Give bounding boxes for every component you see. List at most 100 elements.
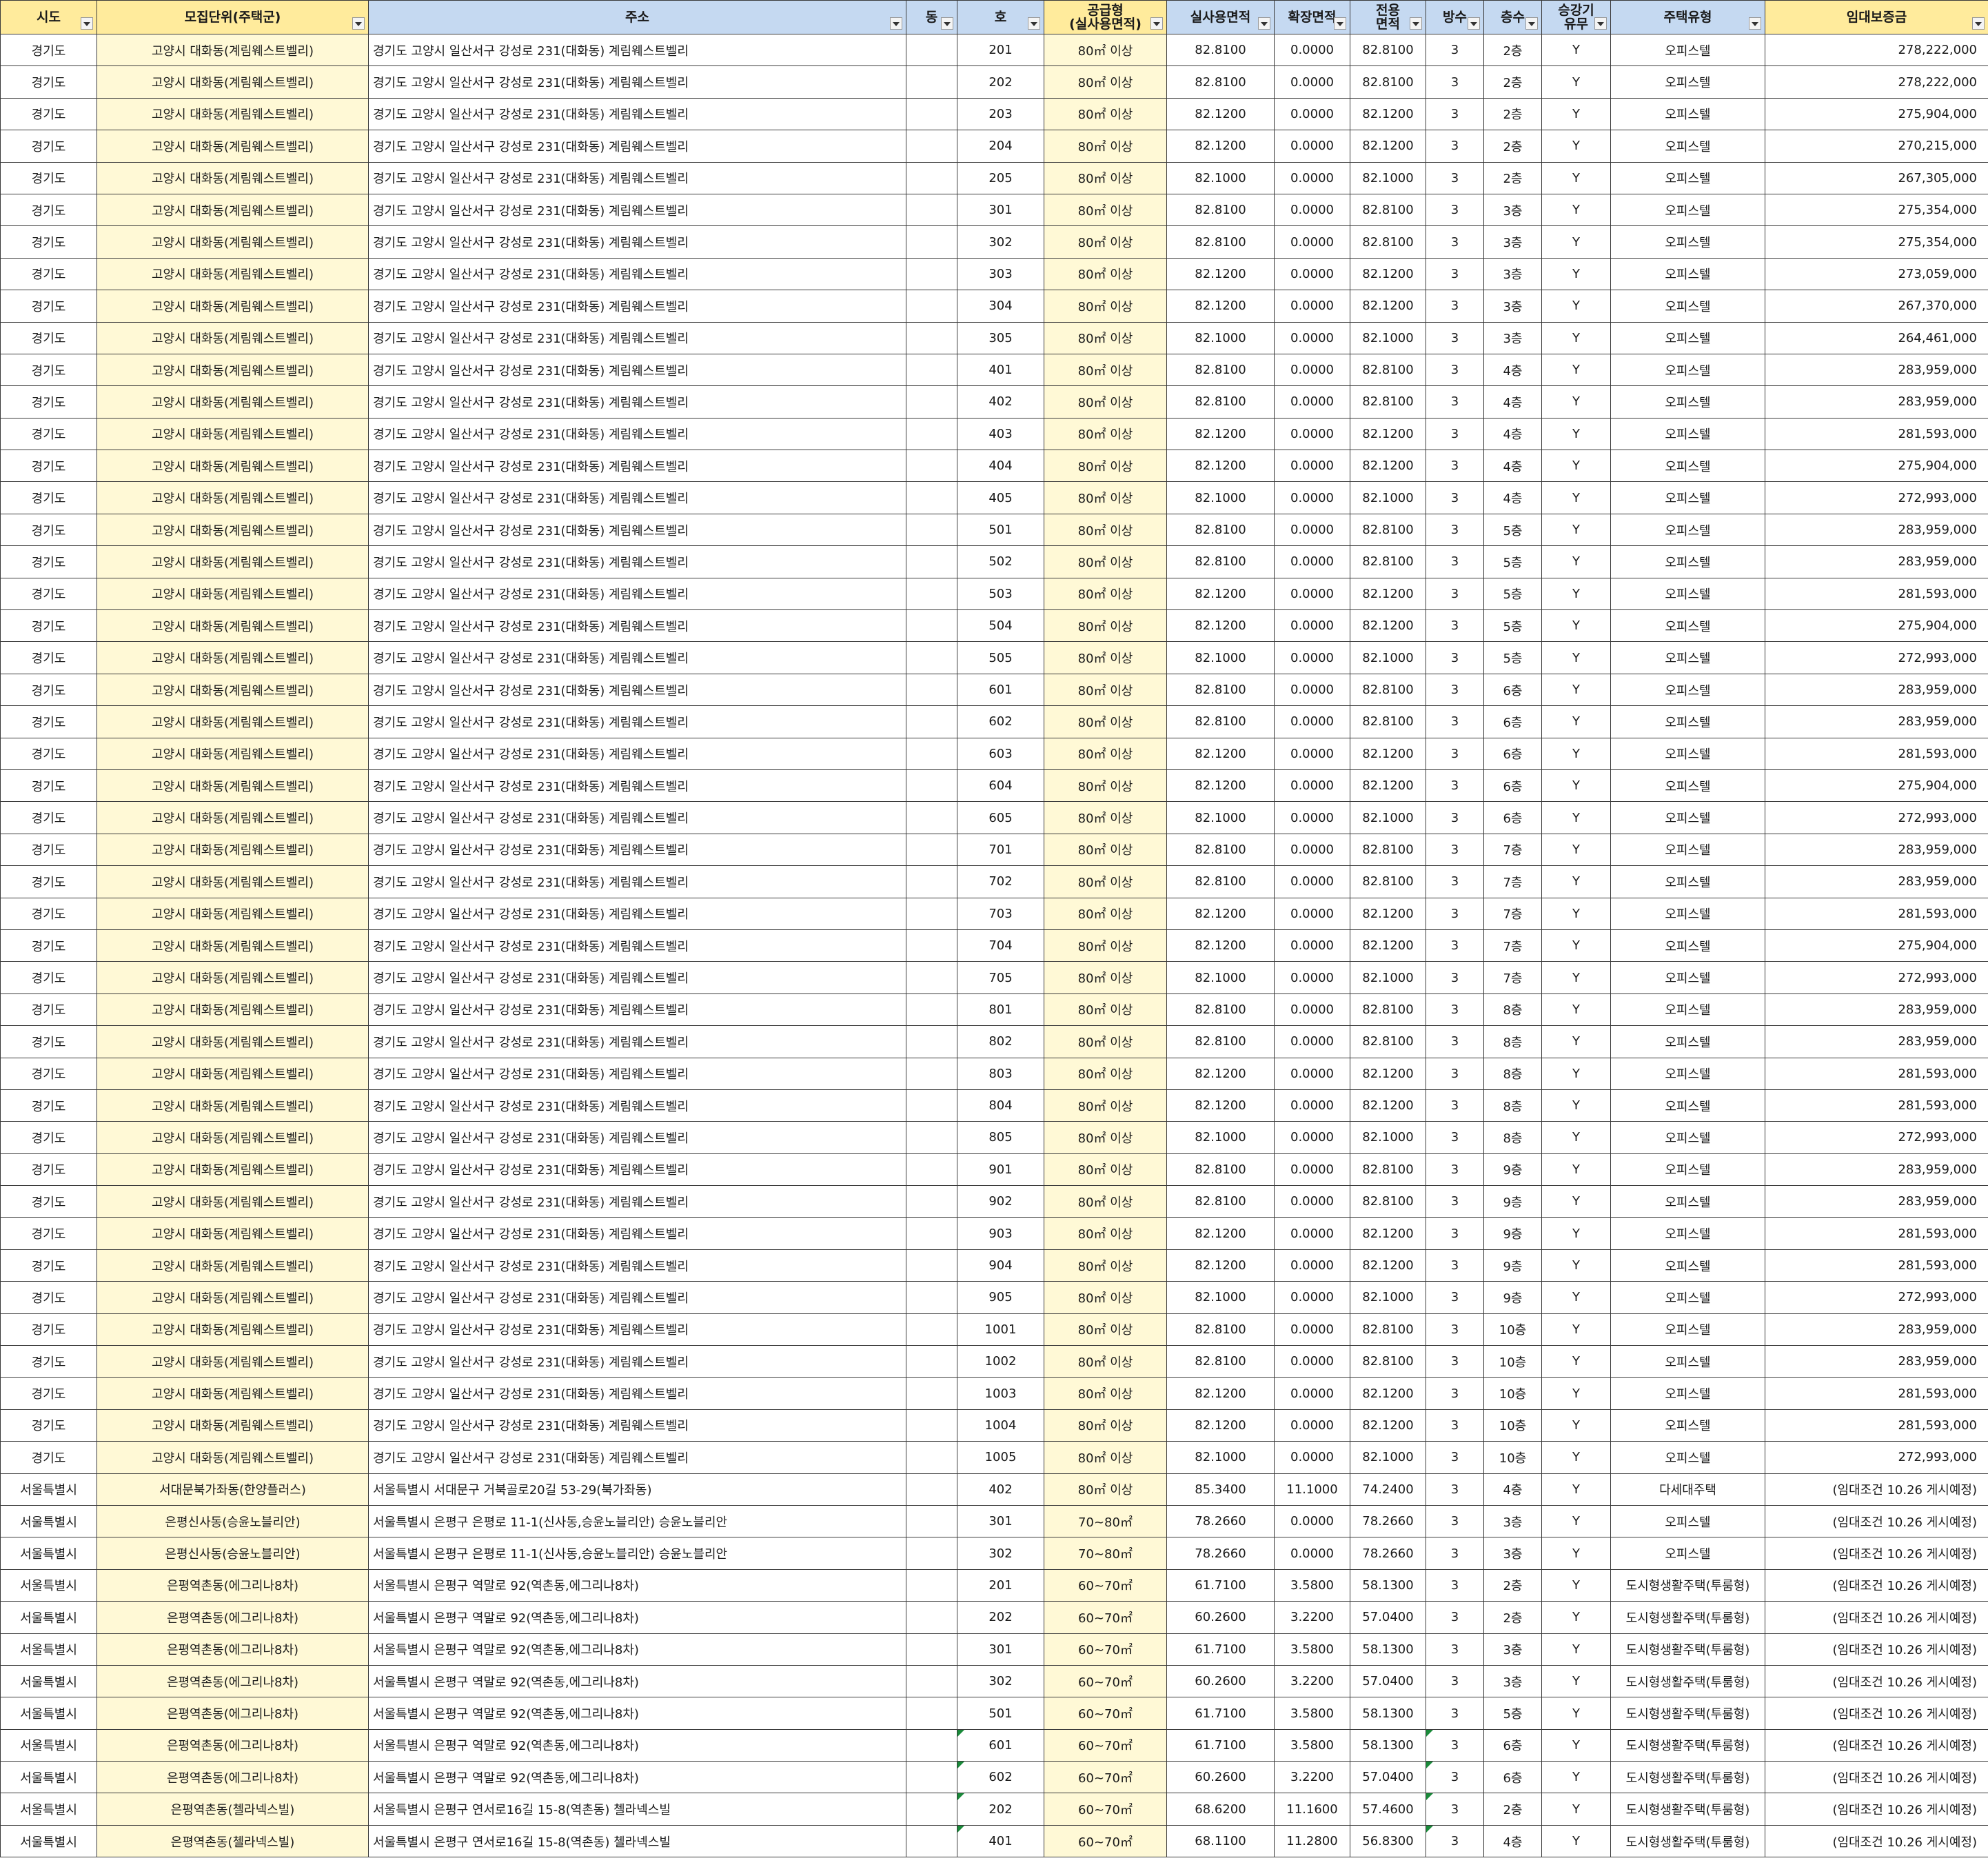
cell-excl[interactable]: 82.1000 xyxy=(1350,961,1426,994)
cell-ext[interactable]: 0.0000 xyxy=(1274,1441,1350,1474)
cell-elev[interactable]: Y xyxy=(1541,1345,1611,1378)
cell-addr[interactable]: 경기도 고양시 일산서구 강성로 231(대화동) 계림웨스트벨리 xyxy=(368,1217,906,1250)
cell-real[interactable]: 82.1000 xyxy=(1166,1441,1275,1474)
cell-deposit[interactable]: 283,959,000 xyxy=(1765,1025,1988,1058)
cell-htype[interactable]: 오피스텔 xyxy=(1610,801,1765,834)
cell-real[interactable]: 82.8100 xyxy=(1166,705,1275,738)
cell-real[interactable]: 82.1000 xyxy=(1166,161,1275,194)
cell-htype[interactable]: 오피스텔 xyxy=(1610,65,1765,99)
cell-ho[interactable]: 701 xyxy=(957,833,1044,867)
cell-ho[interactable]: 301 xyxy=(957,1633,1044,1666)
cell-rooms[interactable]: 3 xyxy=(1426,769,1484,803)
cell-ext[interactable]: 0.0000 xyxy=(1274,481,1350,514)
cell-unit[interactable]: 서대문북가좌동(한양플러스) xyxy=(97,1473,369,1506)
filter-dropdown-icon[interactable] xyxy=(941,17,953,30)
cell-ho[interactable]: 902 xyxy=(957,1185,1044,1218)
cell-unit[interactable]: 고양시 대화동(계림웨스트벨리) xyxy=(97,321,369,354)
cell-sido[interactable]: 서울특별시 xyxy=(0,1633,97,1666)
cell-rooms[interactable]: 3 xyxy=(1426,257,1484,291)
cell-unit[interactable]: 고양시 대화동(계림웨스트벨리) xyxy=(97,641,369,674)
cell-dong[interactable] xyxy=(906,1441,957,1474)
cell-sido[interactable]: 경기도 xyxy=(0,641,97,674)
cell-ext[interactable]: 0.0000 xyxy=(1274,1537,1350,1570)
cell-elev[interactable]: Y xyxy=(1541,1664,1611,1698)
cell-sido[interactable]: 경기도 xyxy=(0,257,97,291)
cell-elev[interactable]: Y xyxy=(1541,705,1611,738)
filter-dropdown-icon[interactable] xyxy=(1594,17,1607,30)
cell-real[interactable]: 82.1000 xyxy=(1166,321,1275,354)
cell-dong[interactable] xyxy=(906,1409,957,1442)
cell-sido[interactable]: 경기도 xyxy=(0,897,97,930)
cell-ext[interactable]: 0.0000 xyxy=(1274,385,1350,418)
cell-type[interactable]: 80㎡ 이상 xyxy=(1044,769,1167,803)
cell-floor[interactable]: 10층 xyxy=(1483,1377,1542,1410)
cell-floor[interactable]: 5층 xyxy=(1483,1697,1542,1730)
cell-unit[interactable]: 고양시 대화동(계림웨스트벨리) xyxy=(97,481,369,514)
cell-dong[interactable] xyxy=(906,1089,957,1122)
cell-excl[interactable]: 82.1200 xyxy=(1350,1249,1426,1282)
cell-htype[interactable]: 오피스텔 xyxy=(1610,737,1765,770)
cell-deposit[interactable]: (임대조건 10.26 게시예정) xyxy=(1765,1601,1988,1634)
cell-excl[interactable]: 58.1300 xyxy=(1350,1633,1426,1666)
cell-dong[interactable] xyxy=(906,1185,957,1218)
cell-unit[interactable]: 고양시 대화동(계림웨스트벨리) xyxy=(97,737,369,770)
cell-floor[interactable]: 3층 xyxy=(1483,1537,1542,1570)
cell-addr[interactable]: 경기도 고양시 일산서구 강성로 231(대화동) 계림웨스트벨리 xyxy=(368,897,906,930)
cell-unit[interactable]: 고양시 대화동(계림웨스트벨리) xyxy=(97,97,369,131)
cell-elev[interactable]: Y xyxy=(1541,1377,1611,1410)
cell-floor[interactable]: 10층 xyxy=(1483,1345,1542,1378)
cell-excl[interactable]: 82.1200 xyxy=(1350,97,1426,131)
cell-ho[interactable]: 603 xyxy=(957,737,1044,770)
filter-dropdown-icon[interactable] xyxy=(1749,17,1761,30)
cell-elev[interactable]: Y xyxy=(1541,1633,1611,1666)
cell-real[interactable]: 82.1200 xyxy=(1166,97,1275,131)
cell-deposit[interactable]: 283,959,000 xyxy=(1765,1313,1988,1347)
cell-ext[interactable]: 11.1000 xyxy=(1274,1473,1350,1506)
cell-sido[interactable]: 경기도 xyxy=(0,705,97,738)
cell-rooms[interactable]: 3 xyxy=(1426,609,1484,643)
cell-ho[interactable]: 201 xyxy=(957,1569,1044,1602)
cell-elev[interactable]: Y xyxy=(1541,1569,1611,1602)
cell-excl[interactable]: 82.8100 xyxy=(1350,993,1426,1027)
cell-addr[interactable]: 서울특별시 은평구 역말로 92(역촌동,에그리나8차) xyxy=(368,1664,906,1698)
cell-floor[interactable]: 10층 xyxy=(1483,1409,1542,1442)
cell-elev[interactable]: Y xyxy=(1541,1185,1611,1218)
cell-deposit[interactable]: (임대조건 10.26 게시예정) xyxy=(1765,1697,1988,1730)
cell-excl[interactable]: 82.8100 xyxy=(1350,225,1426,259)
cell-htype[interactable]: 오피스텔 xyxy=(1610,290,1765,323)
cell-dong[interactable] xyxy=(906,353,957,387)
cell-ho[interactable]: 803 xyxy=(957,1057,1044,1090)
cell-excl[interactable]: 82.8100 xyxy=(1350,545,1426,578)
cell-unit[interactable]: 고양시 대화동(계림웨스트벨리) xyxy=(97,1185,369,1218)
filter-dropdown-icon[interactable] xyxy=(890,17,902,30)
cell-rooms[interactable]: 3 xyxy=(1426,897,1484,930)
cell-excl[interactable]: 57.0400 xyxy=(1350,1601,1426,1634)
cell-floor[interactable]: 4층 xyxy=(1483,1473,1542,1506)
cell-unit[interactable]: 고양시 대화동(계림웨스트벨리) xyxy=(97,33,369,67)
cell-ho[interactable]: 202 xyxy=(957,65,1044,99)
cell-htype[interactable]: 오피스텔 xyxy=(1610,1249,1765,1282)
cell-type[interactable]: 60~70㎡ xyxy=(1044,1761,1167,1794)
cell-sido[interactable]: 경기도 xyxy=(0,929,97,962)
cell-dong[interactable] xyxy=(906,705,957,738)
cell-htype[interactable]: 오피스텔 xyxy=(1610,1121,1765,1154)
cell-htype[interactable]: 도시형생활주택(투룸형) xyxy=(1610,1664,1765,1698)
cell-elev[interactable]: Y xyxy=(1541,1793,1611,1826)
cell-htype[interactable]: 도시형생활주택(투룸형) xyxy=(1610,1633,1765,1666)
cell-elev[interactable]: Y xyxy=(1541,1537,1611,1570)
cell-deposit[interactable]: 283,959,000 xyxy=(1765,993,1988,1027)
cell-addr[interactable]: 경기도 고양시 일산서구 강성로 231(대화동) 계림웨스트벨리 xyxy=(368,353,906,387)
cell-unit[interactable]: 고양시 대화동(계림웨스트벨리) xyxy=(97,1377,369,1410)
cell-type[interactable]: 70~80㎡ xyxy=(1044,1537,1167,1570)
cell-rooms[interactable]: 3 xyxy=(1426,1601,1484,1634)
cell-htype[interactable]: 도시형생활주택(투룸형) xyxy=(1610,1569,1765,1602)
cell-excl[interactable]: 82.1200 xyxy=(1350,257,1426,291)
cell-type[interactable]: 80㎡ 이상 xyxy=(1044,385,1167,418)
cell-addr[interactable]: 경기도 고양시 일산서구 강성로 231(대화동) 계림웨스트벨리 xyxy=(368,1185,906,1218)
cell-excl[interactable]: 78.2660 xyxy=(1350,1504,1426,1538)
cell-addr[interactable]: 경기도 고양시 일산서구 강성로 231(대화동) 계림웨스트벨리 xyxy=(368,929,906,962)
cell-addr[interactable]: 경기도 고양시 일산서구 강성로 231(대화동) 계림웨스트벨리 xyxy=(368,97,906,131)
cell-rooms[interactable]: 3 xyxy=(1426,1377,1484,1410)
cell-rooms[interactable]: 3 xyxy=(1426,705,1484,738)
cell-excl[interactable]: 82.1200 xyxy=(1350,450,1426,483)
